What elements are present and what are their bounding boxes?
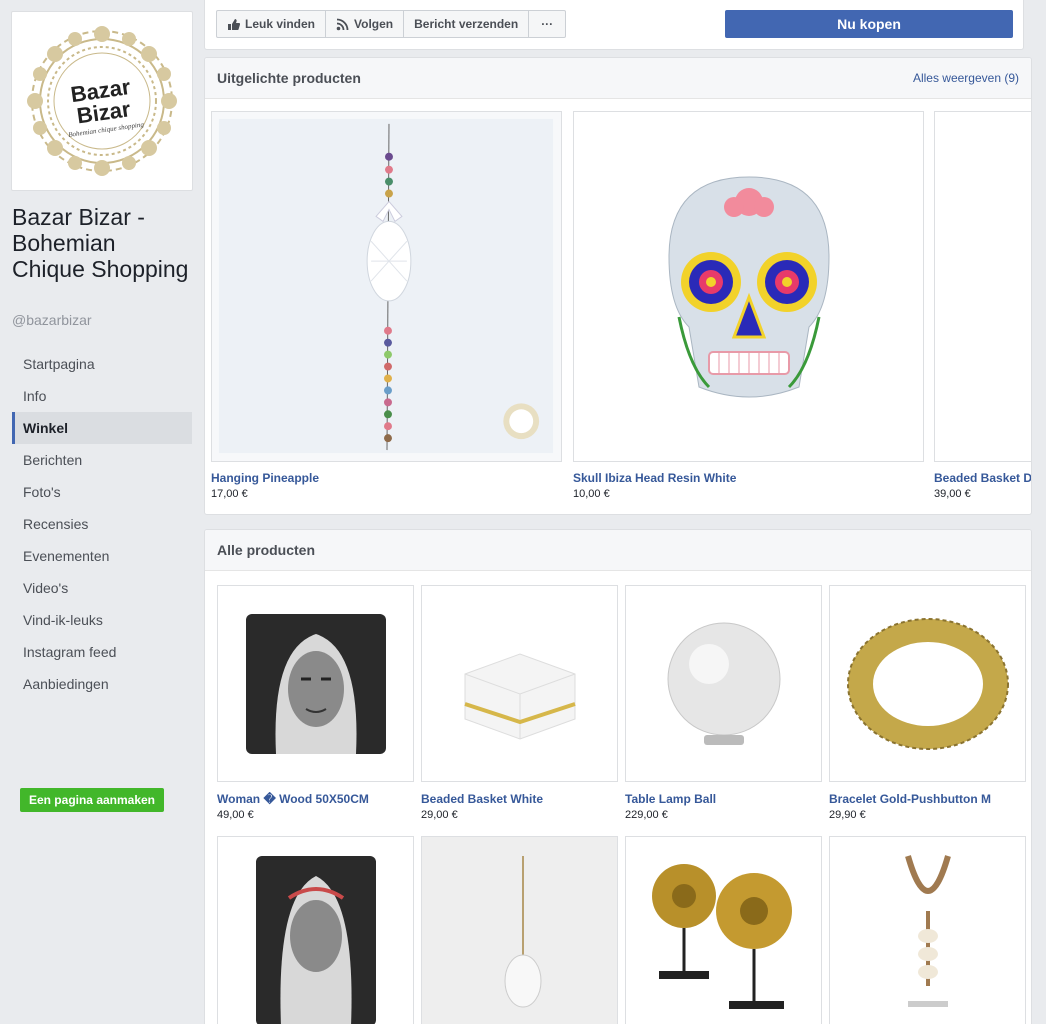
product-price: 29,90 €: [829, 809, 866, 821]
nav-item-vind-ik-leuks[interactable]: Vind-ik-leuks: [12, 604, 192, 636]
page-title[interactable]: Bazar Bizar - Bohemian Chique Shopping: [12, 204, 192, 282]
logo-mandala-icon: Bazar Bizar Bohemian chique shopping: [27, 26, 177, 176]
gold-bracelet-image: [846, 617, 1009, 750]
product-image[interactable]: [625, 585, 822, 782]
featured-products-section: Uitgelichte producten Alles weergeven (9…: [204, 57, 1032, 515]
product-price: 39,00 €: [934, 488, 971, 500]
thumbs-up-icon: [228, 18, 240, 30]
product-name[interactable]: Table Lamp Ball: [625, 792, 822, 806]
product-price: 17,00 €: [211, 488, 248, 500]
nav-item-evenementen[interactable]: Evenementen: [12, 540, 192, 572]
product-image[interactable]: [421, 836, 618, 1024]
product-image[interactable]: [934, 111, 1031, 462]
product-card[interactable]: [217, 836, 414, 1024]
lamp-ball-image: [667, 622, 780, 745]
product-name[interactable]: Skull Ibiza Head Resin White: [573, 471, 924, 485]
profile-picture[interactable]: Bazar Bizar Bohemian chique shopping: [11, 11, 193, 191]
product-name[interactable]: Hanging Pineapple: [211, 471, 562, 485]
woman-pillow-image: [245, 613, 386, 754]
product-price: 49,00 €: [217, 809, 254, 821]
product-name[interactable]: Beaded Basket D: [934, 471, 1031, 485]
all-products-section: Alle producten Woman � Wood 50X50CM 49,0…: [204, 529, 1032, 1024]
follow-button[interactable]: Volgen: [325, 10, 405, 38]
product-price: 10,00 €: [573, 488, 610, 500]
left-column: Bazar Bizar Bohemian chique shopping Baz…: [0, 0, 200, 1024]
skull-image: [667, 175, 830, 397]
page-handle[interactable]: @bazarbizar: [12, 312, 92, 328]
nav-item-recensies[interactable]: Recensies: [12, 508, 192, 540]
shell-necklace-image: [904, 855, 951, 1007]
product-card[interactable]: Woman � Wood 50X50CM 49,00 €: [217, 585, 414, 821]
nav-item-startpagina[interactable]: Startpagina: [12, 348, 192, 380]
nav-item-winkel[interactable]: Winkel: [12, 412, 192, 444]
buy-now-button[interactable]: Nu kopen: [725, 10, 1013, 38]
product-card[interactable]: [829, 836, 1026, 1024]
send-message-button[interactable]: Bericht verzenden: [403, 10, 530, 38]
pineapple-image: [218, 118, 554, 454]
like-button[interactable]: Leuk vinden: [216, 10, 327, 38]
hanging-shell-image: [504, 856, 541, 1008]
page-action-bar: Leuk vinden Volgen Bericht verzenden ···…: [204, 0, 1024, 50]
more-options-button[interactable]: ···: [528, 10, 567, 38]
product-image[interactable]: [829, 585, 1026, 782]
see-all-link[interactable]: Alles weergeven (9): [913, 71, 1019, 85]
product-card[interactable]: Bracelet Gold-Pushbutton M 29,90 €: [829, 585, 1026, 821]
product-name[interactable]: Woman � Wood 50X50CM: [217, 792, 414, 806]
product-image[interactable]: [421, 585, 618, 782]
product-image[interactable]: [217, 585, 414, 782]
product-price: 229,00 €: [625, 809, 668, 821]
product-price: 29,00 €: [421, 809, 458, 821]
page-nav: Startpagina Info Winkel Berichten Foto's Rece…: [12, 348, 192, 700]
like-label: Leuk vinden: [245, 17, 316, 31]
create-page-button[interactable]: Een pagina aanmaken: [20, 788, 164, 812]
product-card[interactable]: Skull Ibiza Head Resin White 10,00 €: [573, 111, 924, 500]
product-image[interactable]: [625, 836, 822, 1024]
product-image[interactable]: [217, 836, 414, 1024]
featured-title: Uitgelichte producten: [217, 70, 361, 86]
nav-item-foto-s[interactable]: Foto's: [12, 476, 192, 508]
product-name[interactable]: Beaded Basket White: [421, 792, 618, 806]
all-products-title: Alle producten: [217, 542, 316, 558]
nav-item-video-s[interactable]: Video's: [12, 572, 192, 604]
product-name[interactable]: Bracelet Gold-Pushbutton M: [829, 792, 1026, 806]
nav-item-berichten[interactable]: Berichten: [12, 444, 192, 476]
product-card[interactable]: Beaded Basket D 39,00 €: [934, 111, 1031, 500]
product-image[interactable]: [211, 111, 562, 462]
nav-item-info[interactable]: Info: [12, 380, 192, 412]
product-card[interactable]: [625, 836, 822, 1024]
page-logo: Bazar Bizar Bohemian chique shopping: [16, 16, 188, 186]
product-card[interactable]: Table Lamp Ball 229,00 €: [625, 585, 822, 821]
product-image[interactable]: [829, 836, 1026, 1024]
product-card[interactable]: [421, 836, 618, 1024]
gongs-image: [651, 864, 792, 1009]
nav-item-instagram-feed[interactable]: Instagram feed: [12, 636, 192, 668]
woman-pillow-image: [255, 856, 376, 1024]
follow-label: Volgen: [354, 17, 394, 31]
white-basket-image: [463, 652, 576, 740]
nav-item-aanbiedingen[interactable]: Aanbiedingen: [12, 668, 192, 700]
product-image[interactable]: [573, 111, 924, 462]
rss-follow-icon: [336, 18, 349, 30]
product-card[interactable]: Beaded Basket White 29,00 €: [421, 585, 618, 821]
product-card[interactable]: Hanging Pineapple 17,00 €: [211, 111, 562, 500]
